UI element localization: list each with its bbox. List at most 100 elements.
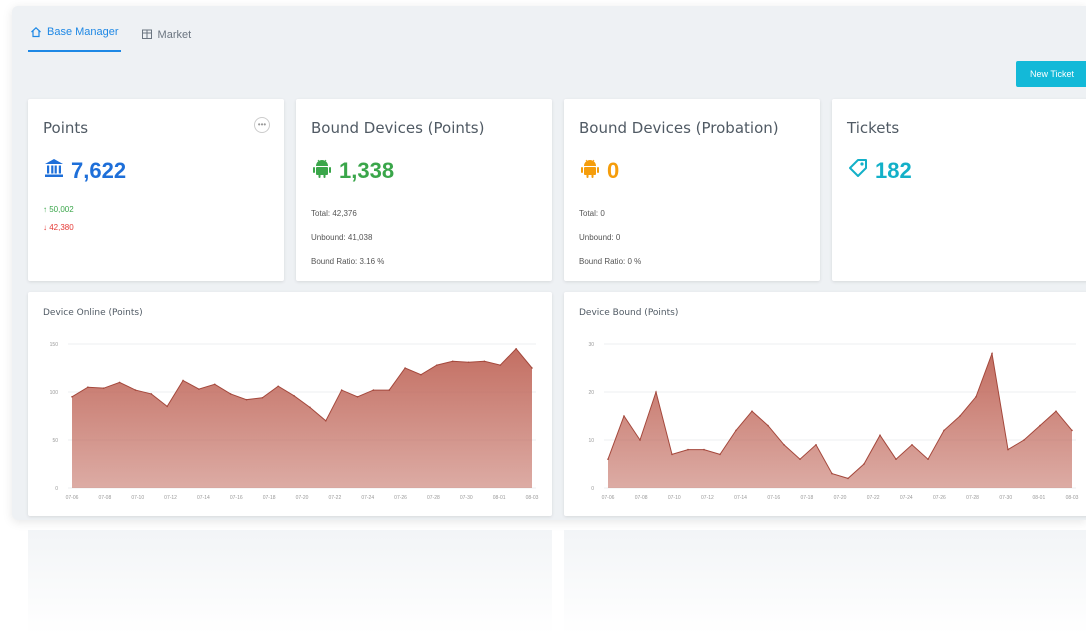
x-tick-label: 07-28 <box>427 495 440 501</box>
data-point <box>404 367 406 369</box>
bank-icon <box>43 157 65 185</box>
y-tick-label: 20 <box>588 390 594 396</box>
points-card: Points ••• 7,622 ↑ 50,002 ↓ 42,380 <box>28 99 284 281</box>
bound-points-card: Bound Devices (Points) 1,338 Total: 42,3… <box>296 99 552 281</box>
bound-probation-ratio: Bound Ratio: 0 % <box>579 257 642 266</box>
data-point <box>102 387 105 389</box>
bound-points-ratio: Bound Ratio: 3.16 % <box>311 257 385 266</box>
data-point <box>324 420 327 422</box>
data-point <box>483 360 486 363</box>
x-tick-label: 07-18 <box>263 495 276 501</box>
bound-probation-unbound: Unbound: 0 <box>579 233 621 242</box>
tickets-number: 182 <box>875 158 912 183</box>
data-point <box>356 396 359 398</box>
x-tick-label: 07-22 <box>867 495 880 501</box>
data-point <box>623 415 625 417</box>
x-tick-label: 07-20 <box>296 495 309 501</box>
more-options-icon[interactable]: ••• <box>254 117 270 133</box>
x-tick-label: 08-01 <box>493 495 506 501</box>
data-point <box>1071 429 1073 432</box>
x-tick-label: 07-12 <box>164 495 177 501</box>
reflection-right <box>564 530 1086 635</box>
x-tick-label: 07-08 <box>98 495 111 501</box>
x-tick-label: 07-10 <box>668 495 681 501</box>
data-point <box>293 395 295 397</box>
y-tick-label: 0 <box>591 486 594 492</box>
tab-base-manager[interactable]: Base Manager <box>28 24 121 52</box>
data-point <box>863 463 865 465</box>
y-tick-label: 100 <box>50 390 59 396</box>
bound-points-unbound: Unbound: 41,038 <box>311 233 373 242</box>
bound-probation-number: 0 <box>607 158 620 183</box>
tag-icon <box>847 157 869 185</box>
points-down-value: 42,380 <box>49 223 74 232</box>
y-tick-label: 30 <box>588 342 594 348</box>
data-point <box>515 348 517 350</box>
points-value: 7,622 <box>43 157 126 185</box>
data-point <box>229 393 232 395</box>
data-point <box>87 386 89 388</box>
data-point <box>943 429 945 432</box>
points-up: ↑ 50,002 <box>43 205 74 214</box>
x-tick-label: 07-18 <box>800 495 813 501</box>
device-online-chart-card: Device Online (Points) 0 50 100 150 07-06 07-… <box>28 292 552 516</box>
android-icon <box>311 157 333 185</box>
data-point <box>815 444 817 446</box>
data-point <box>245 398 248 401</box>
bound-probation-total: Total: 0 <box>579 209 605 218</box>
data-point <box>991 352 993 355</box>
data-point <box>340 389 343 391</box>
data-point <box>831 472 833 475</box>
data-point <box>655 391 657 393</box>
y-tick-label: 150 <box>50 342 59 348</box>
data-point <box>703 448 705 451</box>
dashboard-window: Base Manager Market New Ticket Points ••… <box>12 6 1086 520</box>
data-point <box>607 458 609 460</box>
device-online-chart: 0 50 100 150 07-06 07-08 07-10 07-12 07-14 07-16 0… <box>50 342 539 501</box>
data-point <box>71 396 73 398</box>
tab-market[interactable]: Market <box>139 24 194 46</box>
data-point <box>927 458 929 460</box>
data-point <box>467 361 470 364</box>
data-point <box>911 444 913 446</box>
bound-probation-card: Bound Devices (Probation) 0 Total: 0 Unb… <box>564 99 820 281</box>
data-point <box>959 415 961 417</box>
x-tick-label: 08-01 <box>1032 495 1045 501</box>
bound-points-number: 1,338 <box>339 158 395 183</box>
data-point <box>751 410 753 412</box>
data-point <box>150 393 153 395</box>
area-series <box>608 353 1072 488</box>
new-ticket-button[interactable]: New Ticket <box>1016 61 1086 87</box>
data-point <box>277 385 280 388</box>
x-tick-label: 07-08 <box>635 495 648 501</box>
data-point <box>895 458 897 460</box>
data-point <box>639 439 641 441</box>
y-tick-label: 0 <box>55 486 58 492</box>
data-point <box>420 373 422 376</box>
device-bound-chart: 0 10 20 30 07-06 07-08 07-10 07-12 07-14 07-16 07-… <box>588 342 1078 501</box>
area-series <box>72 348 532 488</box>
data-point <box>735 429 737 432</box>
data-point <box>1023 439 1025 441</box>
data-point <box>182 379 184 382</box>
card-title: Bound Devices (Probation) <box>579 119 779 137</box>
bound-points-value: 1,338 <box>311 157 394 185</box>
x-tick-label: 07-28 <box>966 495 979 501</box>
data-point <box>671 453 673 456</box>
data-point <box>879 434 881 436</box>
home-icon <box>30 26 42 41</box>
tab-label: Market <box>157 29 192 41</box>
x-tick-label: 07-24 <box>900 495 913 501</box>
points-up-value: 50,002 <box>49 205 74 214</box>
x-tick-label: 07-16 <box>230 495 243 501</box>
x-tick-label: 07-14 <box>734 495 747 501</box>
data-point <box>499 364 502 366</box>
data-point <box>1007 448 1009 451</box>
data-point <box>799 458 801 460</box>
data-point <box>783 444 785 446</box>
store-icon <box>141 28 153 43</box>
x-tick-label: 07-10 <box>131 495 144 501</box>
data-point <box>719 453 721 456</box>
x-tick-label: 07-20 <box>834 495 847 501</box>
data-point <box>198 388 200 390</box>
